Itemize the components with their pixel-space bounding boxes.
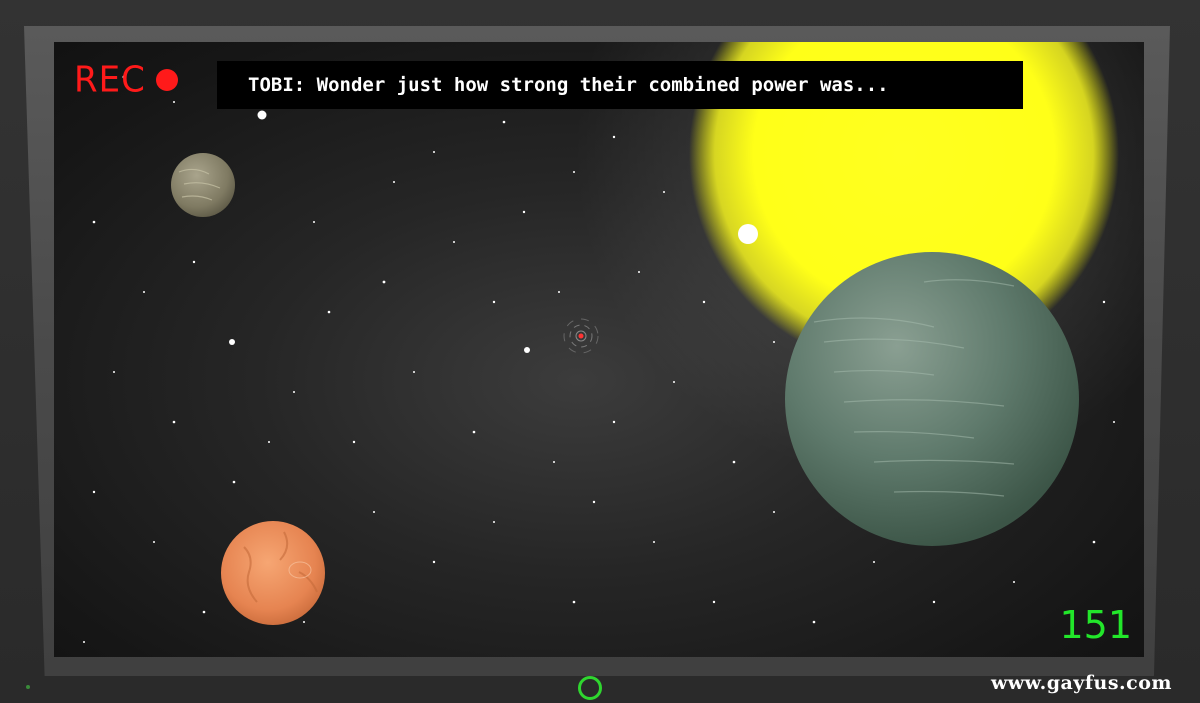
status-led-icon (26, 685, 30, 689)
space-scene (83, 42, 1144, 643)
grey-planet (171, 153, 235, 217)
targeting-reticle (563, 318, 599, 354)
orange-planet (221, 521, 325, 625)
dialog-text: TOBI: Wonder just how strong their combi… (248, 74, 889, 96)
rec-label: REC (74, 59, 146, 101)
frame-counter: 151 (1059, 603, 1132, 647)
power-button[interactable] (578, 676, 602, 700)
dialog-box[interactable]: TOBI: Wonder just how strong their combi… (217, 61, 1023, 109)
green-gas-giant (785, 252, 1079, 546)
record-dot-icon (155, 69, 178, 91)
recording-indicator: REC (74, 59, 178, 101)
watermark: www.gayfus.com (990, 672, 1172, 694)
game-viewport[interactable]: REC TOBI: Wonder just how strong their c… (54, 42, 1144, 657)
